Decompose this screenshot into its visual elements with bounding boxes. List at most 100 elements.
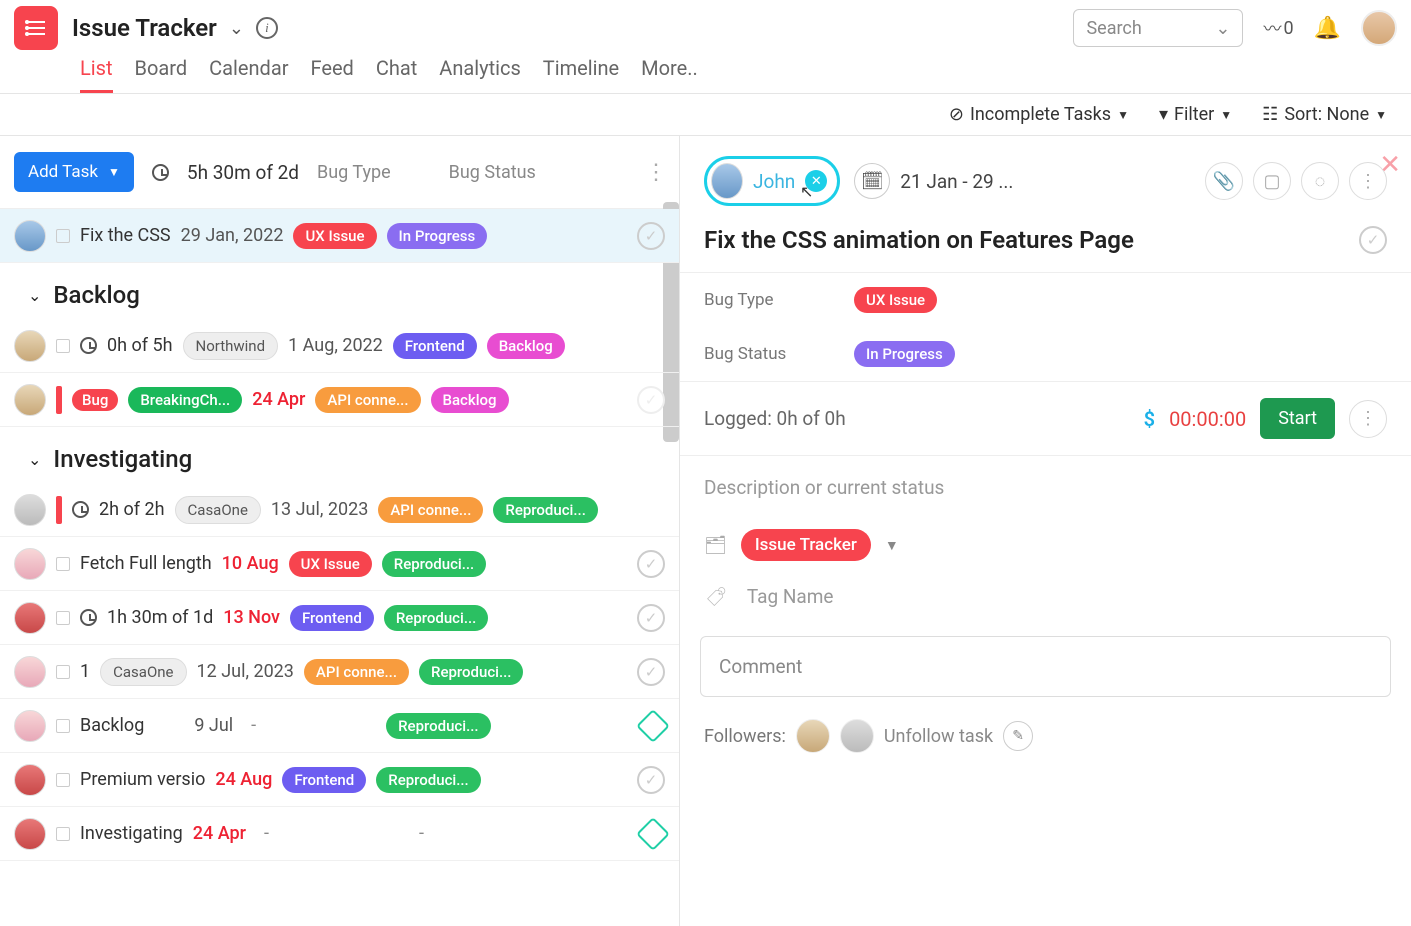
- complete-toggle[interactable]: [636, 709, 670, 743]
- dots-icon: ⋮: [1359, 171, 1377, 192]
- search-chevron-icon: ⌄: [1215, 18, 1230, 39]
- task-detail-pane: John ✕ 🗓 21 Jan - 29 ... 📎 ▢ ◌ ⋮ Fix the…: [680, 136, 1411, 926]
- comment-input[interactable]: Comment: [700, 636, 1391, 697]
- tab-more[interactable]: More..: [641, 56, 698, 93]
- task-time: 2h of 2h: [99, 499, 165, 520]
- user-avatar[interactable]: [1361, 10, 1397, 46]
- title-chevron-icon[interactable]: ⌄: [229, 18, 244, 39]
- bug-status-pill[interactable]: In Progress: [854, 341, 955, 367]
- bug-status-pill: Reproduci...: [386, 713, 490, 739]
- task-row[interactable]: 0h of 5h Northwind 1 Aug, 2022 Frontend …: [0, 319, 679, 373]
- unfollow-button[interactable]: Unfollow task: [884, 726, 993, 747]
- section-investigating[interactable]: ⌄ Investigating: [0, 427, 679, 483]
- tab-list[interactable]: List: [80, 56, 113, 93]
- sort-label: Sort: None: [1284, 104, 1369, 125]
- add-follower[interactable]: [840, 719, 874, 753]
- complete-toggle[interactable]: [636, 817, 670, 851]
- checkbox[interactable]: [56, 557, 70, 571]
- dollar-icon[interactable]: $: [1144, 407, 1155, 431]
- task-row[interactable]: Bug BreakingCh... 24 Apr API conne... Ba…: [0, 373, 679, 427]
- complete-toggle[interactable]: ✓: [637, 766, 665, 794]
- action-button[interactable]: ◌: [1301, 162, 1339, 200]
- sort-button[interactable]: ☷ Sort: None ▼: [1262, 104, 1387, 125]
- checkbox[interactable]: [56, 719, 70, 733]
- tab-chat[interactable]: Chat: [376, 56, 417, 93]
- tab-feed[interactable]: Feed: [310, 56, 353, 93]
- attachment-button[interactable]: 📎: [1205, 162, 1243, 200]
- description-input[interactable]: Description or current status: [680, 456, 1411, 519]
- task-row[interactable]: 1h 30m of 1d 13 Nov Frontend Reproduci..…: [0, 591, 679, 645]
- remove-assignee-icon[interactable]: ✕: [805, 170, 827, 192]
- tab-timeline[interactable]: Timeline: [543, 56, 619, 93]
- edit-followers-button[interactable]: ✎: [1003, 721, 1033, 751]
- action-button[interactable]: ▢: [1253, 162, 1291, 200]
- chevron-down-icon: ⌄: [28, 286, 41, 305]
- task-row[interactable]: 1 CasaOne 12 Jul, 2023 API conne... Repr…: [0, 645, 679, 699]
- clock-icon: [72, 501, 89, 518]
- app-icon[interactable]: [14, 6, 58, 50]
- field-label-type: Bug Type: [704, 290, 814, 310]
- search-placeholder: Search: [1086, 18, 1141, 39]
- tracker-pill[interactable]: Issue Tracker: [741, 529, 871, 561]
- task-row[interactable]: Fetch Full length 10 Aug UX Issue Reprod…: [0, 537, 679, 591]
- complete-toggle[interactable]: ✓: [637, 604, 665, 632]
- close-detail-icon[interactable]: ✕: [1379, 150, 1401, 180]
- checkbox[interactable]: [56, 827, 70, 841]
- bug-type-pill: Frontend: [393, 333, 477, 359]
- view-tabs: List Board Calendar Feed Chat Analytics …: [0, 50, 1411, 93]
- date-range[interactable]: 🗓 21 Jan - 29 ...: [854, 163, 1013, 199]
- filter-button[interactable]: ▾ Filter ▼: [1159, 104, 1232, 125]
- timer-more-button[interactable]: ⋮: [1349, 400, 1387, 438]
- tab-board[interactable]: Board: [135, 56, 188, 93]
- bug-type-pill: Frontend: [290, 605, 374, 631]
- task-row[interactable]: Backlog 9 Jul - Reproduci...: [0, 699, 679, 753]
- task-row[interactable]: 2h of 2h CasaOne 13 Jul, 2023 API conne.…: [0, 483, 679, 537]
- col-bug-status[interactable]: Bug Status: [449, 162, 536, 183]
- add-task-button[interactable]: Add Task ▼: [14, 152, 134, 192]
- complete-toggle[interactable]: ✓: [637, 222, 665, 250]
- task-row[interactable]: Fix the CSS 29 Jan, 2022 UX Issue In Pro…: [0, 209, 679, 263]
- avatar: [14, 818, 46, 850]
- bug-type-pill: UX Issue: [289, 551, 372, 577]
- tag-input[interactable]: Tag Name: [747, 585, 834, 608]
- task-title: 1: [80, 661, 90, 682]
- checkbox[interactable]: [56, 773, 70, 787]
- complete-toggle[interactable]: ✓: [1359, 226, 1387, 254]
- follower-avatar[interactable]: [796, 719, 830, 753]
- task-row[interactable]: Premium versio 24 Aug Frontend Reproduci…: [0, 753, 679, 807]
- start-timer-button[interactable]: Start: [1260, 398, 1335, 439]
- calendar-icon: 🗓: [854, 163, 890, 199]
- filter-tasks[interactable]: ⊘ Incomplete Tasks ▼: [949, 104, 1129, 125]
- task-row[interactable]: Investigating 24 Apr - -: [0, 807, 679, 861]
- complete-toggle[interactable]: ✓: [637, 386, 665, 414]
- followers-label: Followers:: [704, 726, 786, 747]
- assignee-chip[interactable]: John ✕: [704, 156, 840, 206]
- bug-type-pill[interactable]: UX Issue: [854, 287, 937, 313]
- complete-toggle[interactable]: ✓: [637, 658, 665, 686]
- checkbox[interactable]: [56, 611, 70, 625]
- avatar: [14, 384, 46, 416]
- detail-title[interactable]: Fix the CSS animation on Features Page: [704, 226, 1359, 254]
- checkbox[interactable]: [56, 339, 70, 353]
- client-pill: Northwind: [183, 332, 279, 360]
- avatar: [14, 602, 46, 634]
- checkbox[interactable]: [56, 229, 70, 243]
- col-bug-type[interactable]: Bug Type: [317, 162, 391, 183]
- bell-icon[interactable]: 🔔: [1314, 16, 1341, 41]
- time-summary: 5h 30m of 2d: [187, 161, 299, 184]
- date-range-label: 21 Jan - 29 ...: [900, 170, 1013, 193]
- bug-status-pill: Reproduci...: [376, 767, 480, 793]
- activity-metric[interactable]: 〰 0: [1263, 15, 1293, 41]
- tab-calendar[interactable]: Calendar: [209, 56, 288, 93]
- checkbox[interactable]: [56, 665, 70, 679]
- info-icon[interactable]: i: [256, 17, 278, 39]
- section-backlog[interactable]: ⌄ Backlog: [0, 263, 679, 319]
- check-circle-icon: ⊘: [949, 104, 964, 125]
- caret-down-icon[interactable]: ▼: [885, 537, 899, 554]
- more-icon[interactable]: ⋮: [645, 160, 665, 185]
- search-input[interactable]: Search ⌄: [1073, 9, 1243, 47]
- avatar: [14, 494, 46, 526]
- complete-toggle[interactable]: ✓: [637, 550, 665, 578]
- tab-analytics[interactable]: Analytics: [439, 56, 521, 93]
- square-icon: ▢: [1263, 171, 1280, 192]
